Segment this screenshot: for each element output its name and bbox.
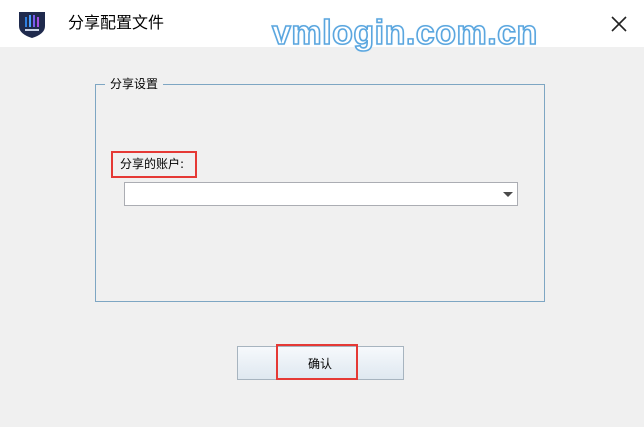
app-logo-icon xyxy=(19,12,45,38)
close-icon[interactable] xyxy=(606,11,632,37)
title-bar: 分享配置文件 vmlogin.com.cn xyxy=(0,0,644,53)
share-settings-legend: 分享设置 xyxy=(105,77,164,91)
chevron-down-icon[interactable] xyxy=(503,192,513,197)
window-title: 分享配置文件 xyxy=(68,13,165,32)
watermark-text: vmlogin.com.cn xyxy=(271,13,538,53)
account-select[interactable] xyxy=(124,182,518,206)
account-label: 分享的账户: xyxy=(120,157,185,171)
confirm-button-label[interactable]: 确认 xyxy=(308,357,332,371)
